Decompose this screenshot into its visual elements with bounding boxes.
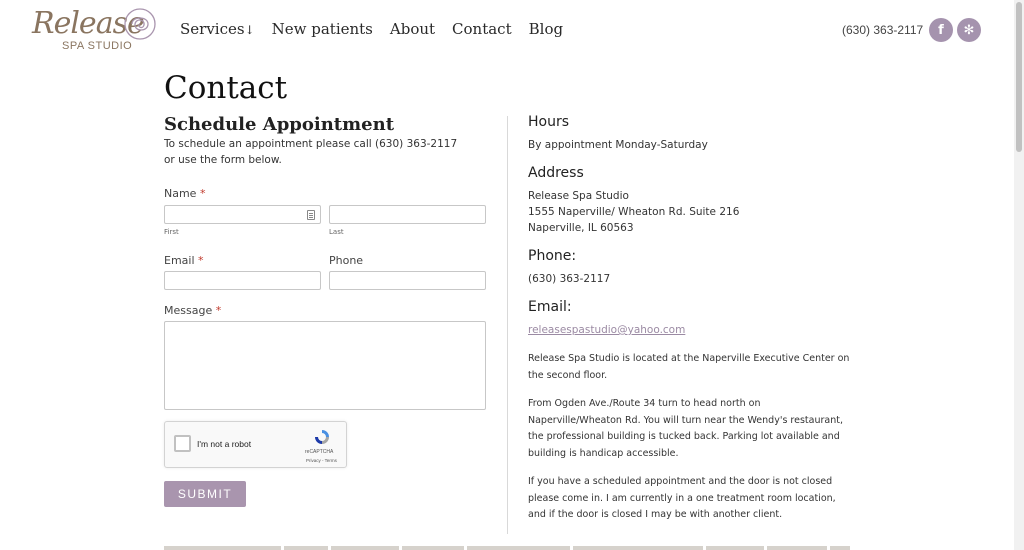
nav-services[interactable]: Services↓ bbox=[180, 20, 255, 38]
nav-about[interactable]: About bbox=[390, 20, 435, 38]
door-paragraph: If you have a scheduled appointment and … bbox=[528, 476, 836, 520]
schedule-intro-line1: To schedule an appointment please call (… bbox=[164, 138, 458, 150]
recaptcha-icon bbox=[315, 430, 329, 444]
address-line: 1555 Naperville/ Wheaton Rd. Suite 216 bbox=[528, 206, 740, 218]
first-name-input[interactable] bbox=[164, 205, 321, 224]
location-paragraph: Release Spa Studio is located at the Nap… bbox=[528, 353, 850, 381]
rose-icon bbox=[124, 8, 156, 40]
phone-label: Phone bbox=[329, 254, 364, 267]
email-input[interactable] bbox=[164, 271, 321, 290]
scrollbar-thumb[interactable] bbox=[1016, 2, 1022, 152]
hours-text: By appointment Monday-Saturday bbox=[528, 139, 708, 151]
recaptcha-brand: reCAPTCHA bbox=[305, 449, 334, 455]
facebook-icon[interactable]: f bbox=[929, 18, 953, 42]
name-label-text: Name bbox=[164, 187, 197, 200]
footer-image-strip bbox=[164, 546, 850, 550]
yelp-icon[interactable]: ✻ bbox=[957, 18, 981, 42]
email-link[interactable]: releasespastudio@yahoo.com bbox=[528, 324, 685, 336]
page-title: Contact bbox=[164, 70, 288, 106]
page-scrollbar[interactable] bbox=[1014, 0, 1024, 550]
email-block: releasespastudio@yahoo.com bbox=[528, 322, 685, 338]
recaptcha-checkbox[interactable] bbox=[174, 435, 191, 452]
phone-heading: Phone: bbox=[528, 248, 577, 264]
phone-text[interactable]: (630) 363-2117 bbox=[528, 271, 610, 287]
hours-heading: Hours bbox=[528, 114, 570, 130]
name-label: Name * bbox=[164, 187, 205, 200]
email-label: Email * bbox=[164, 254, 204, 267]
header-phone[interactable]: (630) 363-2117 bbox=[842, 23, 923, 37]
message-textarea[interactable] bbox=[164, 321, 486, 410]
nav-services-label: Services bbox=[180, 20, 245, 38]
email-label-text: Email bbox=[164, 254, 195, 267]
nav-blog[interactable]: Blog bbox=[529, 20, 563, 38]
submit-button[interactable]: SUBMIT bbox=[164, 481, 246, 507]
required-mark: * bbox=[199, 187, 206, 200]
schedule-intro: To schedule an appointment please call (… bbox=[164, 136, 484, 168]
address-line: Release Spa Studio bbox=[528, 190, 629, 202]
column-divider bbox=[507, 116, 508, 534]
address-heading: Address bbox=[528, 165, 584, 181]
address-block: Release Spa Studio 1555 Naperville/ Whea… bbox=[528, 188, 739, 236]
recaptcha-label: I'm not a robot bbox=[197, 439, 252, 449]
recaptcha-terms[interactable]: Privacy - Terms bbox=[306, 458, 337, 463]
schedule-intro-line2: or use the form below. bbox=[164, 154, 282, 166]
logo[interactable]: Release SPA STUDIO bbox=[30, 4, 160, 56]
schedule-title: Schedule Appointment bbox=[164, 114, 395, 135]
directions-paragraph: From Ogden Ave./Route 34 turn to head no… bbox=[528, 398, 843, 459]
recaptcha-widget: I'm not a robot reCAPTCHA Privacy - Term… bbox=[164, 421, 347, 468]
nav-contact[interactable]: Contact bbox=[452, 20, 512, 38]
required-mark: * bbox=[198, 254, 204, 267]
contact-card-icon[interactable] bbox=[307, 210, 315, 220]
nav-new-patients[interactable]: New patients bbox=[272, 20, 373, 38]
message-label: Message * bbox=[164, 304, 221, 317]
arrow-down-icon: ↓ bbox=[244, 23, 255, 37]
logo-subtitle: SPA STUDIO bbox=[62, 40, 133, 52]
message-label-text: Message bbox=[164, 304, 213, 317]
email-heading: Email: bbox=[528, 299, 572, 315]
main-nav: Services↓ New patients About Contact Blo… bbox=[180, 20, 580, 38]
required-mark: * bbox=[215, 304, 222, 317]
address-line: Naperville, IL 60563 bbox=[528, 222, 634, 234]
phone-input[interactable] bbox=[329, 271, 486, 290]
last-sublabel: Last bbox=[329, 228, 344, 236]
first-sublabel: First bbox=[164, 228, 179, 236]
last-name-input[interactable] bbox=[329, 205, 486, 224]
